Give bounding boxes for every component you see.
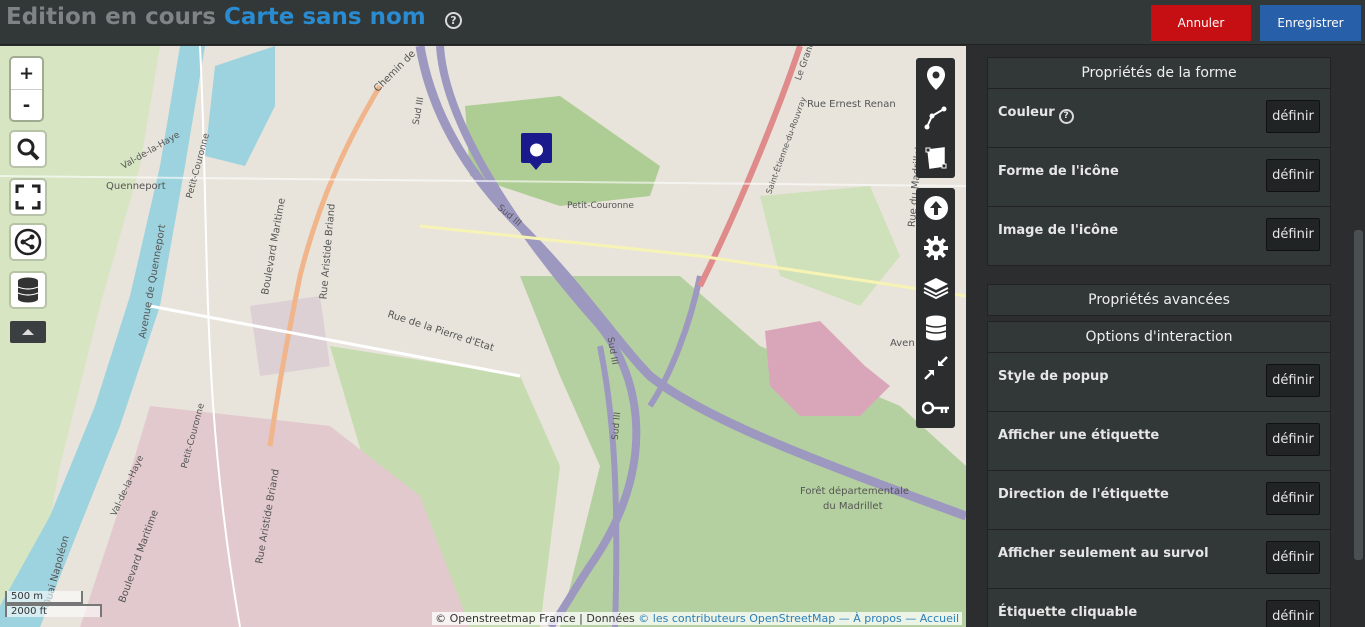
title-prefix: Edition en cours bbox=[6, 4, 216, 30]
define-icon-image-button[interactable]: définir bbox=[1266, 218, 1320, 251]
caret-up-icon bbox=[22, 329, 34, 335]
property-row-icon-image: Image de l'icône définir bbox=[988, 206, 1330, 265]
properties-panel: Propriétés de la forme Couleur? définir … bbox=[967, 46, 1352, 627]
settings-toolbar bbox=[916, 188, 955, 428]
database-icon bbox=[925, 315, 946, 341]
define-popup-style-button[interactable]: définir bbox=[1266, 364, 1320, 397]
property-label: Étiquette cliquable bbox=[998, 605, 1138, 620]
define-hover-only-button[interactable]: définir bbox=[1266, 541, 1320, 574]
map-label: Petit-Couronne bbox=[567, 201, 634, 211]
key-icon bbox=[921, 401, 949, 415]
property-row-color: Couleur? définir bbox=[988, 88, 1330, 147]
help-icon[interactable]: ? bbox=[445, 12, 462, 29]
save-button[interactable]: Enregistrer bbox=[1260, 5, 1361, 41]
define-show-label-button[interactable]: définir bbox=[1266, 423, 1320, 456]
map-settings-button[interactable] bbox=[916, 228, 955, 268]
scrollbar-thumb[interactable] bbox=[1354, 230, 1363, 560]
property-row-clickable-label: Étiquette cliquable définir bbox=[988, 588, 1330, 627]
property-row-popup-style: Style de popup définir bbox=[988, 352, 1330, 411]
property-row-show-label: Afficher une étiquette définir bbox=[988, 411, 1330, 470]
attribution-prefix: © Openstreetmap France | Données bbox=[435, 612, 635, 625]
datalayers-icon bbox=[17, 277, 39, 303]
map-canvas[interactable]: Quenneport Val-de-la-Haye Val-de-la-Haye… bbox=[0, 46, 966, 627]
draw-polyline-button[interactable] bbox=[916, 98, 955, 138]
permissions-button[interactable] bbox=[916, 388, 955, 428]
osm-contributors-link[interactable]: © les contributeurs OpenStreetMap bbox=[638, 612, 835, 625]
gear-icon bbox=[923, 236, 948, 260]
panel-scrollbar[interactable] bbox=[1352, 46, 1365, 627]
shape-properties-title[interactable]: Propriétés de la forme bbox=[988, 58, 1330, 88]
property-row-label-direction: Direction de l'étiquette définir bbox=[988, 470, 1330, 529]
share-icon bbox=[14, 228, 42, 256]
map-label: Quenneport bbox=[106, 181, 166, 192]
datalayers-button[interactable] bbox=[11, 273, 45, 307]
page-title: Edition en cours Carte sans nom bbox=[6, 4, 426, 30]
edit-header: Edition en cours Carte sans nom ? Annule… bbox=[0, 0, 1365, 45]
more-controls-button[interactable] bbox=[10, 321, 46, 343]
property-label: Image de l'icône bbox=[998, 223, 1119, 238]
map-label: Rue Ernest Renan bbox=[807, 99, 896, 110]
define-color-button[interactable]: définir bbox=[1266, 100, 1320, 133]
marker-icon bbox=[926, 66, 945, 90]
help-icon[interactable]: ? bbox=[1058, 108, 1074, 124]
upload-icon bbox=[923, 196, 948, 220]
define-clickable-label-button[interactable]: définir bbox=[1266, 600, 1320, 627]
tile-layers-button[interactable] bbox=[916, 268, 955, 308]
advanced-properties-section[interactable]: Propriétés avancées bbox=[987, 284, 1331, 316]
import-button[interactable] bbox=[916, 188, 955, 228]
home-link[interactable]: Accueil bbox=[920, 612, 959, 625]
zoom-control: + - bbox=[11, 58, 42, 120]
share-button[interactable] bbox=[11, 225, 45, 259]
fullscreen-button[interactable] bbox=[11, 180, 45, 214]
property-label: Style de popup bbox=[998, 369, 1109, 384]
shape-properties-section: Propriétés de la forme Couleur? définir … bbox=[987, 57, 1331, 266]
property-label: Afficher seulement au survol bbox=[998, 546, 1209, 561]
polyline-icon bbox=[924, 106, 946, 130]
polygon-icon bbox=[925, 147, 946, 169]
color-label: Couleur bbox=[998, 105, 1055, 120]
scale-imperial: 2000 ft bbox=[5, 604, 102, 617]
search-icon bbox=[17, 138, 40, 161]
draw-polygon-button[interactable] bbox=[916, 138, 955, 178]
scale-metric: 500 m bbox=[5, 591, 83, 604]
property-row-hover-only: Afficher seulement au survol définir bbox=[988, 529, 1330, 588]
property-row-icon-shape: Forme de l'icône définir bbox=[988, 147, 1330, 206]
property-label: Forme de l'icône bbox=[998, 164, 1119, 179]
map-attribution: © Openstreetmap France | Données © les c… bbox=[432, 612, 962, 625]
zoom-out-button[interactable]: - bbox=[11, 89, 42, 120]
property-label: Couleur? bbox=[998, 105, 1074, 124]
layers-icon bbox=[923, 278, 948, 300]
attribution-separator: — bbox=[835, 612, 854, 625]
map-label: du Madrillet bbox=[823, 501, 883, 512]
map-label: Aven bbox=[890, 338, 915, 349]
define-icon-shape-button[interactable]: définir bbox=[1266, 159, 1320, 192]
manage-datalayers-button[interactable] bbox=[916, 308, 955, 348]
interaction-options-section: Options d'interaction Style de popup déf… bbox=[987, 321, 1331, 627]
define-label-direction-button[interactable]: définir bbox=[1266, 482, 1320, 515]
center-zoom-button[interactable] bbox=[916, 348, 955, 388]
property-label: Afficher une étiquette bbox=[998, 428, 1160, 443]
map-label: Forêt départementale bbox=[800, 486, 910, 497]
cancel-button[interactable]: Annuler bbox=[1151, 5, 1251, 41]
map-name[interactable]: Carte sans nom bbox=[224, 4, 426, 30]
property-label: Direction de l'étiquette bbox=[998, 487, 1169, 502]
compress-icon bbox=[923, 356, 948, 380]
zoom-in-button[interactable]: + bbox=[11, 58, 42, 89]
draw-marker-button[interactable] bbox=[916, 58, 955, 98]
scale-bar: 500 m 2000 ft bbox=[5, 591, 102, 617]
draw-toolbar bbox=[916, 58, 955, 178]
about-link[interactable]: À propos bbox=[853, 612, 901, 625]
interaction-options-title[interactable]: Options d'interaction bbox=[988, 322, 1330, 352]
attribution-separator: — bbox=[901, 612, 920, 625]
search-button[interactable] bbox=[11, 132, 45, 166]
fullscreen-icon bbox=[15, 184, 41, 210]
